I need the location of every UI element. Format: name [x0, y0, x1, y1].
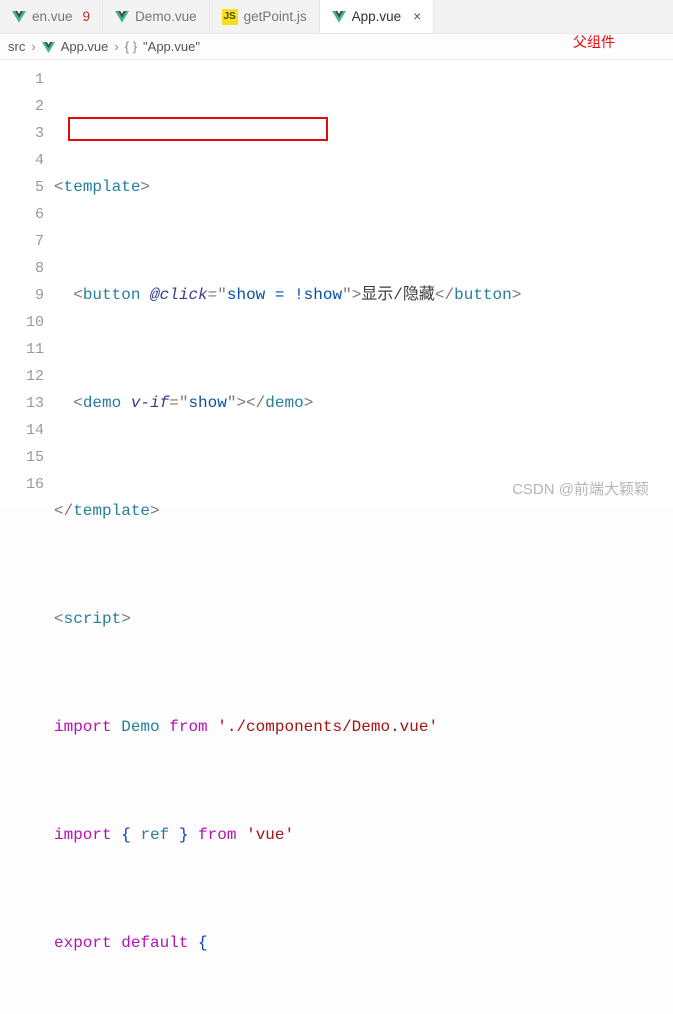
line-number: 3 [0, 120, 44, 147]
code-line: import Demo from './components/Demo.vue' [54, 714, 673, 741]
code-line: </template> [54, 498, 673, 525]
tab-getpoint-js[interactable]: JS getPoint.js [210, 0, 320, 33]
code-line: <button @click="show = !show">显示/隐藏</but… [54, 282, 673, 309]
line-number: 10 [0, 309, 44, 336]
vue-icon [332, 11, 346, 23]
tab-demo-vue[interactable]: Demo.vue [103, 0, 210, 33]
line-number: 15 [0, 444, 44, 471]
tab-label: en.vue [32, 9, 73, 24]
tab-label: App.vue [352, 9, 402, 24]
line-number: 7 [0, 228, 44, 255]
braces-icon: { } [125, 39, 137, 54]
js-icon: JS [222, 9, 238, 25]
breadcrumb: src › App.vue › { } "App.vue" [0, 34, 673, 60]
chevron-right-icon: › [114, 39, 118, 54]
code-line: <demo v-if="show"></demo> [54, 390, 673, 417]
close-icon[interactable]: × [413, 9, 421, 24]
vue-icon [42, 41, 55, 52]
line-number-gutter: 1 2 3 4 5 6 7 8 9 10 11 12 13 14 15 16 [0, 60, 54, 507]
line-number: 1 [0, 66, 44, 93]
line-number: 9 [0, 282, 44, 309]
tab-badge: 9 [83, 9, 91, 24]
code-line: import { ref } from 'vue' [54, 822, 673, 849]
vue-icon [12, 11, 26, 23]
chevron-right-icon: › [31, 39, 35, 54]
code-line: <script> [54, 606, 673, 633]
tab-en-vue[interactable]: en.vue 9 [0, 0, 103, 33]
line-number: 8 [0, 255, 44, 282]
line-number: 5 [0, 174, 44, 201]
line-number: 11 [0, 336, 44, 363]
breadcrumb-file[interactable]: App.vue [61, 39, 109, 54]
line-number: 14 [0, 417, 44, 444]
line-number: 13 [0, 390, 44, 417]
line-number: 2 [0, 93, 44, 120]
editor-tabs: en.vue 9 Demo.vue JS getPoint.js App.vue… [0, 0, 673, 34]
highlight-box [68, 117, 328, 141]
line-number: 12 [0, 363, 44, 390]
line-number: 6 [0, 201, 44, 228]
tab-label: getPoint.js [244, 9, 307, 24]
code-editor[interactable]: 1 2 3 4 5 6 7 8 9 10 11 12 13 14 15 16 <… [0, 60, 673, 507]
breadcrumb-root[interactable]: src [8, 39, 25, 54]
breadcrumb-symbol[interactable]: "App.vue" [143, 39, 200, 54]
code-area[interactable]: <template> <button @click="show = !show"… [54, 60, 673, 507]
line-number: 16 [0, 471, 44, 498]
tab-app-vue[interactable]: App.vue × [320, 0, 434, 33]
vue-icon [115, 11, 129, 23]
code-line: <template> [54, 174, 673, 201]
line-number: 4 [0, 147, 44, 174]
code-line: export default { [54, 930, 673, 957]
tab-label: Demo.vue [135, 9, 197, 24]
